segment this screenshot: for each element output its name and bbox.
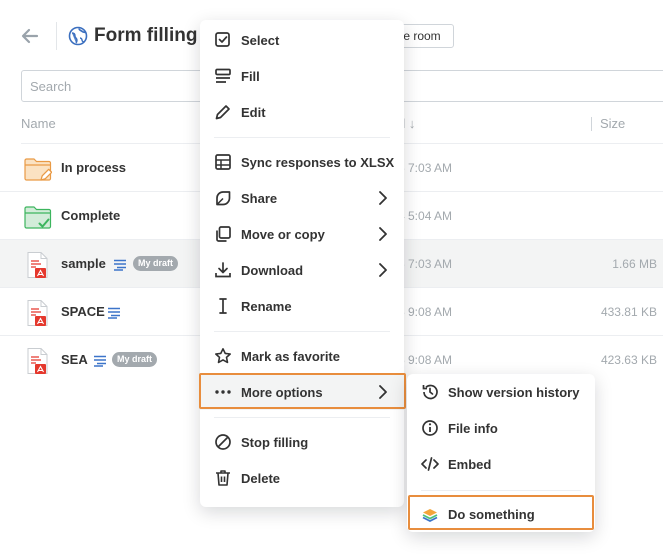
menu-item-label: Show version history — [448, 384, 580, 400]
pencil-icon — [214, 103, 232, 121]
pdf-file-icon — [24, 251, 52, 279]
checkbox-icon — [214, 31, 232, 49]
rename-icon — [214, 297, 232, 315]
form-icon — [107, 306, 121, 319]
sync-icon — [214, 153, 232, 171]
context-menu: Select Fill Edit Sync responses to XLSX … — [200, 20, 404, 507]
column-size-header[interactable]: Size — [600, 116, 625, 131]
row-date: 5 9:08 AM — [398, 353, 453, 367]
history-icon — [421, 383, 439, 401]
trash-icon — [214, 469, 232, 487]
menu-item-label: Delete — [241, 470, 281, 486]
column-name-header[interactable]: Name — [21, 116, 56, 131]
menu-item-label: File info — [448, 420, 498, 436]
column-separator[interactable] — [591, 117, 592, 131]
menu-divider — [214, 331, 390, 332]
menu-item-label: Stop filling — [241, 434, 309, 450]
highlight-more-options — [199, 373, 406, 409]
menu-item-share[interactable]: Share — [200, 180, 404, 216]
menu-item-label: Edit — [241, 104, 266, 120]
menu-item-edit[interactable]: Edit — [200, 94, 404, 130]
page-title: Form filling — [94, 25, 198, 46]
menu-item-label: Rename — [241, 298, 292, 314]
back-arrow-icon[interactable] — [18, 24, 42, 48]
row-size: 423.63 KB — [600, 353, 657, 367]
row-name: Complete — [61, 208, 121, 223]
share-icon — [214, 189, 232, 207]
menu-item-label: Fill — [241, 68, 260, 84]
chevron-right-icon — [376, 226, 390, 242]
menu-item-label: Share — [241, 190, 278, 206]
header-divider — [56, 22, 57, 50]
menu-item-label: Download — [241, 262, 304, 278]
submenu-item-embed[interactable]: Embed — [407, 446, 595, 482]
form-icon — [93, 354, 107, 367]
row-name: SPACE — [61, 304, 105, 319]
folder-in-process-icon — [24, 155, 53, 183]
globe-icon — [68, 26, 88, 46]
menu-item-mark-favorite[interactable]: Mark as favorite — [200, 338, 404, 374]
star-icon — [214, 347, 232, 365]
my-draft-badge: My draft — [133, 256, 179, 271]
menu-divider — [214, 137, 390, 138]
submenu-item-version-history[interactable]: Show version history — [407, 374, 595, 410]
row-date: 6 7:03 AM — [398, 161, 453, 175]
menu-item-label: Mark as favorite — [241, 348, 340, 364]
row-date: 5 9:08 AM — [398, 305, 453, 319]
my-draft-badge: My draft — [112, 352, 158, 367]
row-size: 1.66 MB — [612, 257, 657, 271]
row-name: sample — [61, 256, 106, 271]
pdf-file-icon — [24, 299, 52, 327]
menu-divider — [421, 490, 581, 491]
menu-item-delete[interactable]: Delete — [200, 460, 404, 496]
highlight-do-something — [408, 495, 594, 530]
download-icon — [214, 261, 232, 279]
row-date: 4 5:04 AM — [398, 209, 453, 223]
menu-item-label: Move or copy — [241, 226, 325, 242]
row-date: 6 7:03 AM — [398, 257, 453, 271]
menu-item-label: Embed — [448, 456, 492, 472]
stop-icon — [214, 433, 232, 451]
code-icon — [421, 455, 439, 473]
copy-icon — [214, 225, 232, 243]
form-icon — [113, 258, 127, 271]
pdf-file-icon — [24, 347, 52, 375]
menu-item-download[interactable]: Download — [200, 252, 404, 288]
folder-complete-icon — [24, 203, 52, 231]
menu-item-label: Sync responses to XLSX — [241, 154, 395, 170]
chevron-right-icon — [376, 190, 390, 206]
menu-item-rename[interactable]: Rename — [200, 288, 404, 324]
chevron-right-icon — [376, 262, 390, 278]
row-name: In process — [61, 160, 127, 175]
menu-item-select[interactable]: Select — [200, 22, 404, 58]
submenu-item-file-info[interactable]: File info — [407, 410, 595, 446]
menu-divider — [214, 417, 390, 418]
menu-item-move-or-copy[interactable]: Move or copy — [200, 216, 404, 252]
fill-icon — [214, 67, 232, 85]
row-size: 433.81 KB — [600, 305, 657, 319]
row-name: SEA — [61, 352, 88, 367]
menu-item-fill[interactable]: Fill — [200, 58, 404, 94]
menu-item-label: Select — [241, 32, 280, 48]
menu-item-sync-responses[interactable]: Sync responses to XLSX — [200, 144, 404, 180]
menu-item-stop-filling[interactable]: Stop filling — [200, 424, 404, 460]
info-icon — [421, 419, 439, 437]
